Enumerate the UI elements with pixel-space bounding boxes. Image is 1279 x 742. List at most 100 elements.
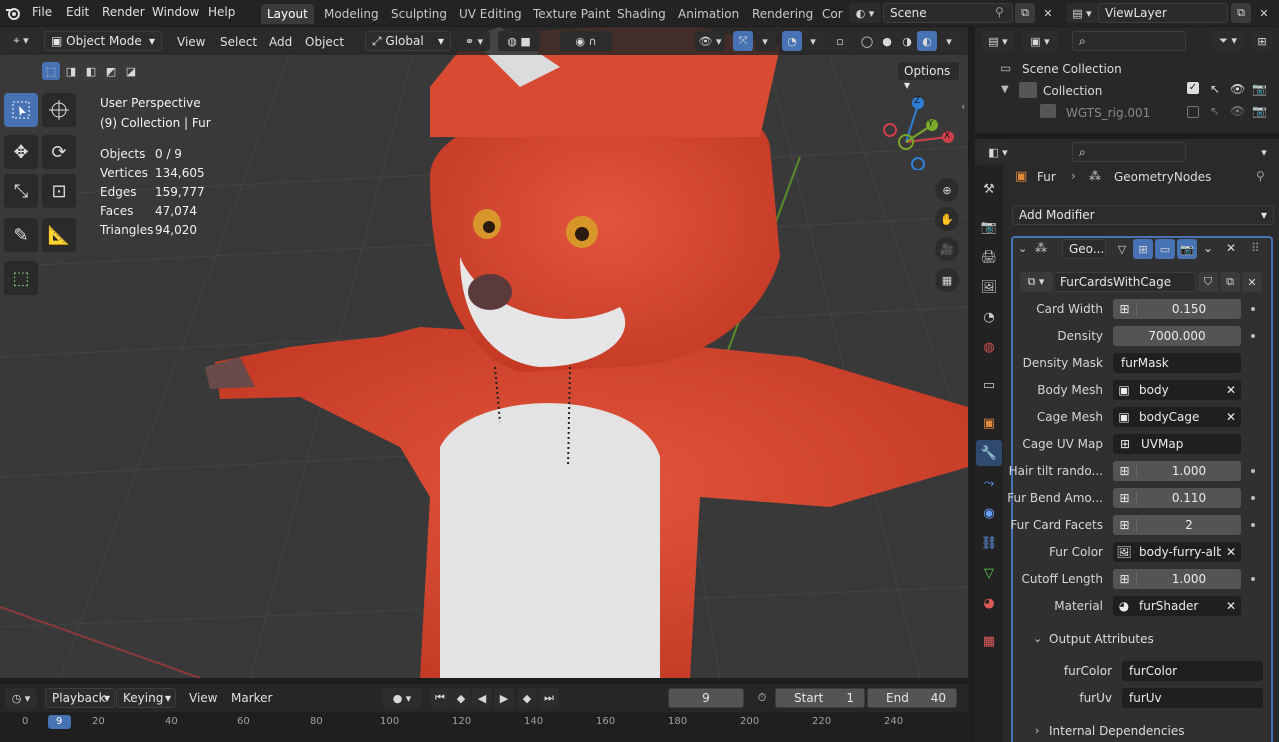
pin-icon[interactable]: ⚲ bbox=[1256, 169, 1265, 183]
camera-view-icon[interactable]: 🎥 bbox=[935, 237, 959, 261]
clear-icon[interactable]: ✕ bbox=[1221, 545, 1241, 559]
menu-file[interactable]: File bbox=[32, 5, 52, 19]
add-modifier-dropdown[interactable]: Add Modifier ▾ bbox=[1012, 205, 1274, 225]
sidebar-toggle-icon[interactable]: ‹ bbox=[961, 100, 965, 113]
menu-add[interactable]: Add bbox=[269, 35, 292, 49]
mode-selector[interactable]: ▣ Object Mode ▾ bbox=[44, 31, 162, 51]
collapse-arrow-icon[interactable]: ⌄ bbox=[1033, 632, 1042, 645]
menu-select[interactable]: Select bbox=[220, 35, 257, 49]
tab-sculpting[interactable]: Sculpting bbox=[385, 4, 453, 24]
clear-icon[interactable]: ✕ bbox=[1221, 410, 1241, 424]
outliner-editor-icon[interactable]: ▤ ▾ bbox=[982, 31, 1014, 51]
menu-help[interactable]: Help bbox=[208, 5, 235, 19]
render-toggle-icon[interactable]: 📷 bbox=[1177, 239, 1197, 259]
rendered-shading-icon[interactable]: ◐ bbox=[917, 31, 937, 51]
solid-shading-icon[interactable]: ● bbox=[877, 31, 897, 51]
duplicate-node-group-icon[interactable]: ⧉ bbox=[1220, 272, 1240, 292]
select-invert-icon[interactable]: ◩ bbox=[102, 62, 120, 80]
shading-menu-icon[interactable]: ▾ bbox=[939, 31, 959, 51]
properties-editor-icon[interactable]: ◧ ▾ bbox=[982, 142, 1014, 162]
end-frame-field[interactable]: End 40 bbox=[867, 688, 957, 708]
new-collection-icon[interactable]: ⊞ bbox=[1252, 31, 1272, 51]
move-tool-icon[interactable]: ✥ bbox=[4, 135, 38, 169]
fur-uv-output-field[interactable]: furUv bbox=[1122, 688, 1263, 708]
card-width-field[interactable]: ⊞ 0.150 bbox=[1113, 299, 1241, 319]
measure-tool-icon[interactable]: 📐 bbox=[42, 218, 76, 252]
editor-type-icon[interactable]: ⌖ ▾ bbox=[5, 31, 37, 51]
prev-keyframe-icon[interactable]: ◆ bbox=[451, 688, 471, 708]
fur-color-output-field[interactable]: furColor bbox=[1122, 661, 1263, 681]
on-cage-toggle-icon[interactable]: ⊞ bbox=[1133, 239, 1153, 259]
output-attributes-header[interactable]: Output Attributes bbox=[1049, 632, 1154, 646]
render-tab-icon[interactable]: 📷 bbox=[980, 218, 998, 236]
menu-render[interactable]: Render bbox=[102, 5, 145, 19]
unlink-node-group-icon[interactable]: ✕ bbox=[1242, 272, 1262, 292]
tab-compositing[interactable]: Cor bbox=[816, 4, 849, 24]
viewlayer-name-field[interactable]: ViewLayer bbox=[1098, 3, 1228, 23]
keyframe-dot-icon[interactable] bbox=[1251, 577, 1255, 581]
next-keyframe-icon[interactable]: ◆ bbox=[517, 688, 537, 708]
xray-icon[interactable]: ▫ bbox=[830, 31, 850, 51]
eye-icon[interactable]: 👁 bbox=[1230, 82, 1245, 96]
select-arrow-icon[interactable]: ↖ bbox=[1210, 104, 1220, 118]
keyframe-dot-icon[interactable] bbox=[1251, 496, 1255, 500]
record-icon[interactable]: ● ▾ bbox=[382, 688, 422, 708]
clear-icon[interactable]: ✕ bbox=[1221, 599, 1241, 613]
keyframe-dot-icon[interactable] bbox=[1251, 469, 1255, 473]
material-shading-icon[interactable]: ◑ bbox=[897, 31, 917, 51]
select-new-icon[interactable]: ⬚ bbox=[42, 62, 60, 80]
remove-modifier-icon[interactable]: ✕ bbox=[1226, 241, 1236, 255]
cage-mesh-field[interactable]: ▣ bodyCage ✕ bbox=[1113, 407, 1241, 427]
timeline-view-menu[interactable]: View bbox=[189, 691, 217, 705]
fur-color-field[interactable]: 🖼 body-furry-alb...✕ bbox=[1113, 542, 1241, 562]
scene-selector-icon[interactable]: ◐ ▾ bbox=[849, 3, 881, 23]
select-subtract-icon[interactable]: ◧ bbox=[82, 62, 100, 80]
keyframe-dot-icon[interactable] bbox=[1251, 523, 1255, 527]
tool-tab-icon[interactable]: ⚒ bbox=[980, 180, 998, 198]
collection-label[interactable]: Collection bbox=[1043, 84, 1102, 98]
annotate-tool-icon[interactable]: ✎ bbox=[4, 218, 38, 252]
select-intersect-icon[interactable]: ◪ bbox=[122, 62, 140, 80]
properties-search-input[interactable]: ⌕ bbox=[1072, 142, 1186, 162]
body-mesh-field[interactable]: ▣ body ✕ bbox=[1113, 380, 1241, 400]
keyframe-dot-icon[interactable] bbox=[1251, 307, 1255, 311]
attribute-toggle-icon[interactable]: ⊞ bbox=[1113, 464, 1137, 478]
delete-scene-icon[interactable]: ✕ bbox=[1038, 3, 1058, 23]
new-viewlayer-icon[interactable]: ⧉ bbox=[1231, 3, 1251, 23]
attribute-toggle-icon[interactable]: ⊞ bbox=[1113, 491, 1137, 505]
delete-viewlayer-icon[interactable]: ✕ bbox=[1254, 3, 1274, 23]
attribute-toggle-icon[interactable]: ⊞ bbox=[1113, 518, 1137, 532]
filter-icon[interactable]: ⏷ ▾ bbox=[1212, 31, 1244, 51]
menu-object[interactable]: Object bbox=[305, 35, 344, 49]
hair-tilt-field[interactable]: ⊞ 1.000 bbox=[1113, 461, 1241, 481]
gizmo-menu-icon[interactable]: ▾ bbox=[755, 31, 775, 51]
tab-texture-paint[interactable]: Texture Paint bbox=[527, 4, 616, 24]
internal-dependencies-header[interactable]: Internal Dependencies bbox=[1049, 724, 1184, 738]
camera-icon[interactable]: 📷 bbox=[1252, 82, 1267, 96]
menu-window[interactable]: Window bbox=[152, 5, 199, 19]
timeline-editor-icon[interactable]: ◷ ▾ bbox=[5, 688, 37, 708]
tab-modeling[interactable]: Modeling bbox=[318, 4, 385, 24]
add-cube-tool-icon[interactable]: ⬚ bbox=[4, 261, 38, 295]
ortho-grid-icon[interactable]: ▦ bbox=[935, 268, 959, 292]
density-mask-field[interactable]: furMask bbox=[1113, 353, 1241, 373]
timeline-marker-menu[interactable]: Marker bbox=[231, 691, 272, 705]
rotate-tool-icon[interactable]: ⟳ bbox=[42, 135, 76, 169]
properties-options-icon[interactable]: ▾ bbox=[1254, 142, 1274, 162]
transform-orientation-selector[interactable]: ⤢ Global ▾ bbox=[365, 31, 451, 51]
edit-mode-toggle-icon[interactable]: ▽ bbox=[1112, 239, 1132, 259]
cursor-tool-icon[interactable] bbox=[42, 93, 76, 127]
scene-name-field[interactable]: Scene bbox=[883, 3, 1013, 23]
clear-icon[interactable]: ✕ bbox=[1221, 383, 1241, 397]
display-mode-icon[interactable]: ▣ ▾ bbox=[1022, 31, 1058, 51]
pin-icon[interactable]: ⚲ bbox=[995, 5, 1004, 19]
select-box-tool-icon[interactable] bbox=[4, 93, 38, 127]
proportional-edit-icon[interactable]: ◉ ∩ bbox=[560, 31, 612, 51]
pivot-point-icon[interactable]: ⚭ ▾ bbox=[458, 31, 490, 51]
gizmo-toggle-icon[interactable]: ⤧ bbox=[733, 31, 753, 51]
start-frame-field[interactable]: Start 1 bbox=[775, 688, 865, 708]
viewport-toggle-icon[interactable]: ▭ bbox=[1155, 239, 1175, 259]
cutoff-length-field[interactable]: ⊞ 1.000 bbox=[1113, 569, 1241, 589]
fur-bend-field[interactable]: ⊞ 0.110 bbox=[1113, 488, 1241, 508]
scale-tool-icon[interactable]: ⤡ bbox=[4, 174, 38, 208]
